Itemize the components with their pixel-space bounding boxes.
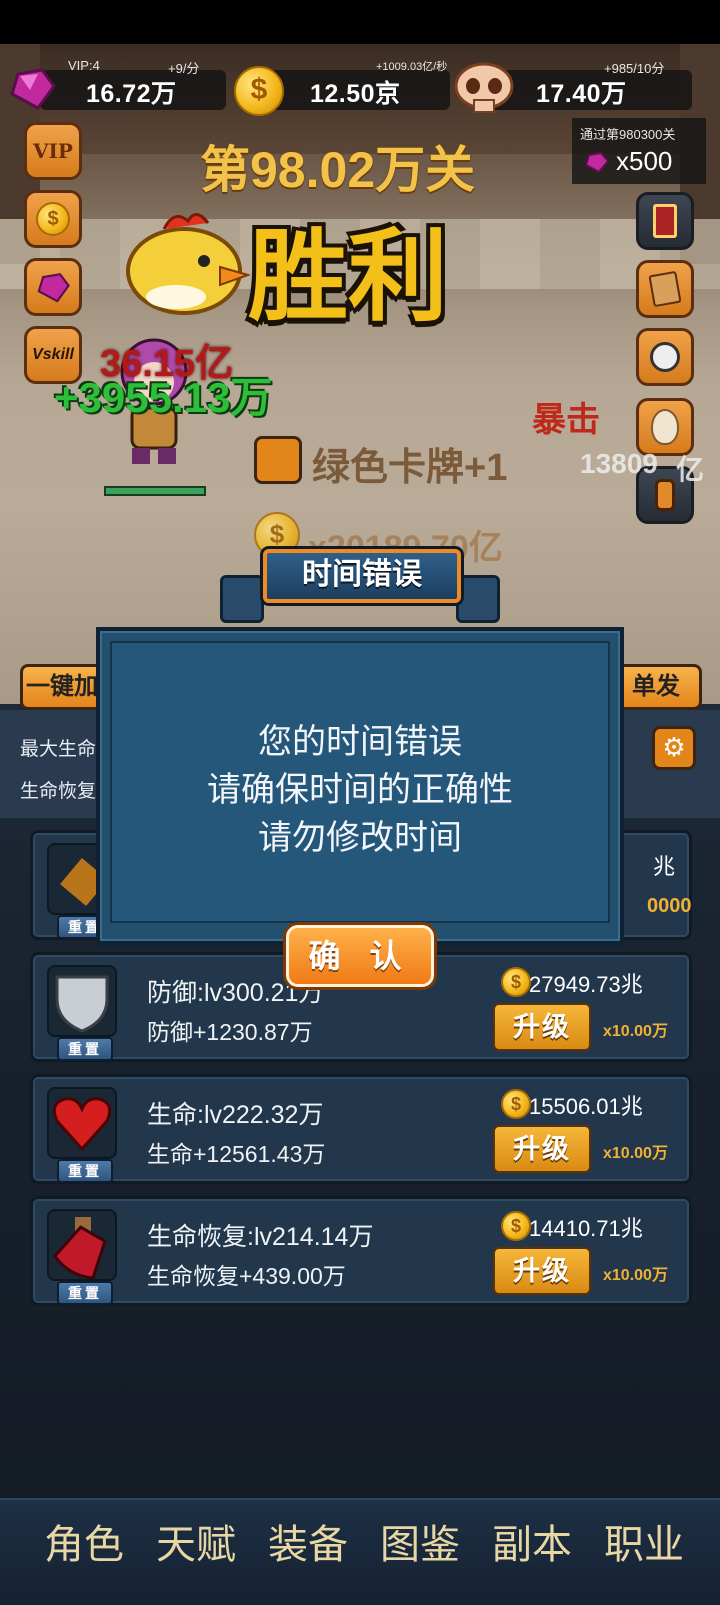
nav-talent[interactable]: 天赋 — [156, 1512, 236, 1570]
level-title: 第98.02万关 — [200, 142, 476, 198]
pass-reward-label: 通过第980300关 — [580, 127, 676, 142]
dialog-message-line2: 请确保时间的正确性 — [207, 771, 513, 809]
pass-reward: 通过第980300关 x500 — [572, 118, 706, 184]
row-multiplier: x10.00万 — [603, 1023, 668, 1040]
row-bonus: 生命+12561.43万 — [147, 1141, 326, 1167]
row-multiplier: x10.00万 — [603, 1145, 668, 1162]
heal-number: +3955.13万 — [54, 374, 273, 421]
row-cost: 兆 — [653, 854, 676, 879]
vip-level: VIP:4 — [68, 58, 100, 73]
status-bar — [0, 0, 720, 44]
nav-character[interactable]: 角色 — [44, 1512, 124, 1570]
enemy-number-unit: 亿 — [676, 454, 705, 485]
upgrade-button[interactable]: 升级 — [493, 1247, 591, 1295]
dialog-title: 时间错误 — [263, 549, 461, 603]
settings-gear-icon[interactable]: ⚙ — [652, 726, 696, 770]
confirm-button[interactable]: 确 认 — [286, 925, 434, 987]
nav-codex[interactable]: 图鉴 — [380, 1512, 460, 1570]
robot-icon — [650, 342, 680, 372]
max-hp-label: 最大生命 — [20, 739, 97, 760]
dialog-message-line3: 请勿修改时间 — [258, 819, 462, 857]
victory-text: 胜利 — [248, 221, 448, 333]
reset-button[interactable]: 重置 — [57, 1281, 113, 1305]
reset-button[interactable]: 重置 — [57, 1159, 113, 1183]
row-level: 生命:lv222.32万 — [147, 1101, 324, 1129]
modal-clamp-right — [456, 575, 500, 623]
dialog-message-line1: 您的时间错误 — [258, 723, 462, 761]
gem-shop-button[interactable] — [24, 258, 82, 316]
gem-icon-small — [584, 151, 610, 174]
row-multiplier: x10.00万 — [603, 1267, 668, 1284]
auto-add-button[interactable]: 一键加 — [20, 664, 104, 710]
row-bonus: 生命恢复+439.00万 — [147, 1263, 346, 1289]
vip-button[interactable]: VIP — [24, 122, 82, 180]
upgrade-button[interactable]: 升级 — [493, 1125, 591, 1173]
shield-icon — [47, 965, 117, 1037]
hero-health-bar — [104, 486, 206, 496]
coin-icon: $ — [36, 202, 70, 236]
card-deck-button[interactable] — [636, 192, 694, 250]
row-bonus: 防御+1230.87万 — [147, 1019, 313, 1045]
upgrade-button[interactable]: 升级 — [493, 1003, 591, 1051]
nav-dungeon[interactable]: 副本 — [492, 1512, 572, 1570]
card-drop-text: 绿色卡牌+1 — [312, 447, 508, 489]
coin-icon: $ — [501, 1211, 531, 1241]
card-icon — [653, 204, 677, 238]
lantern-icon — [655, 479, 675, 511]
chicken-pet — [126, 213, 250, 315]
modal-clamp-left — [220, 575, 264, 623]
coin-icon: $ — [501, 967, 531, 997]
card-drop-icon — [254, 436, 302, 484]
row-cost: 14410.71兆 — [529, 1216, 643, 1241]
skull-count: 17.40万 — [536, 80, 627, 108]
coin-icon: $ — [501, 1089, 531, 1119]
enemy-number: 13809 — [580, 448, 658, 479]
potion-icon — [47, 1209, 117, 1281]
crit-text: 暴击 — [532, 401, 600, 439]
nav-class[interactable]: 职业 — [604, 1512, 684, 1570]
nav-equipment[interactable]: 装备 — [268, 1512, 348, 1570]
cards-icon — [648, 270, 682, 308]
egg-icon — [651, 409, 679, 445]
coin-rate: +1009.03亿/秒 — [376, 61, 448, 73]
row-cost-sub: 0000 — [647, 895, 692, 917]
gem-count: 16.72万 — [86, 80, 177, 108]
robot-button[interactable] — [636, 328, 694, 386]
upgrade-row-regen: 重置 生命恢复:lv214.14万 生命恢复+439.00万 $ 14410.7… — [30, 1196, 692, 1306]
card-collection-button[interactable] — [636, 260, 694, 318]
reset-button[interactable]: 重置 — [57, 1037, 113, 1061]
coin-icon: $ — [234, 66, 284, 116]
pass-reward-amount: x500 — [616, 146, 673, 176]
row-cost: 27949.73兆 — [529, 972, 643, 997]
coin-shop-button[interactable]: $ — [24, 190, 82, 248]
gem-icon — [37, 273, 70, 303]
coin-count: 12.50京 — [310, 80, 401, 108]
heart-icon — [47, 1087, 117, 1159]
hp-regen-label: 生命恢复 — [20, 781, 97, 802]
upgrade-row-hp: 重置 生命:lv222.32万 生命+12561.43万 $ 15506.01兆… — [30, 1074, 692, 1184]
row-level: 生命恢复:lv214.14万 — [147, 1223, 374, 1251]
gem-icon — [10, 68, 56, 110]
row-cost: 15506.01兆 — [529, 1094, 643, 1119]
skull-icon — [454, 62, 514, 113]
